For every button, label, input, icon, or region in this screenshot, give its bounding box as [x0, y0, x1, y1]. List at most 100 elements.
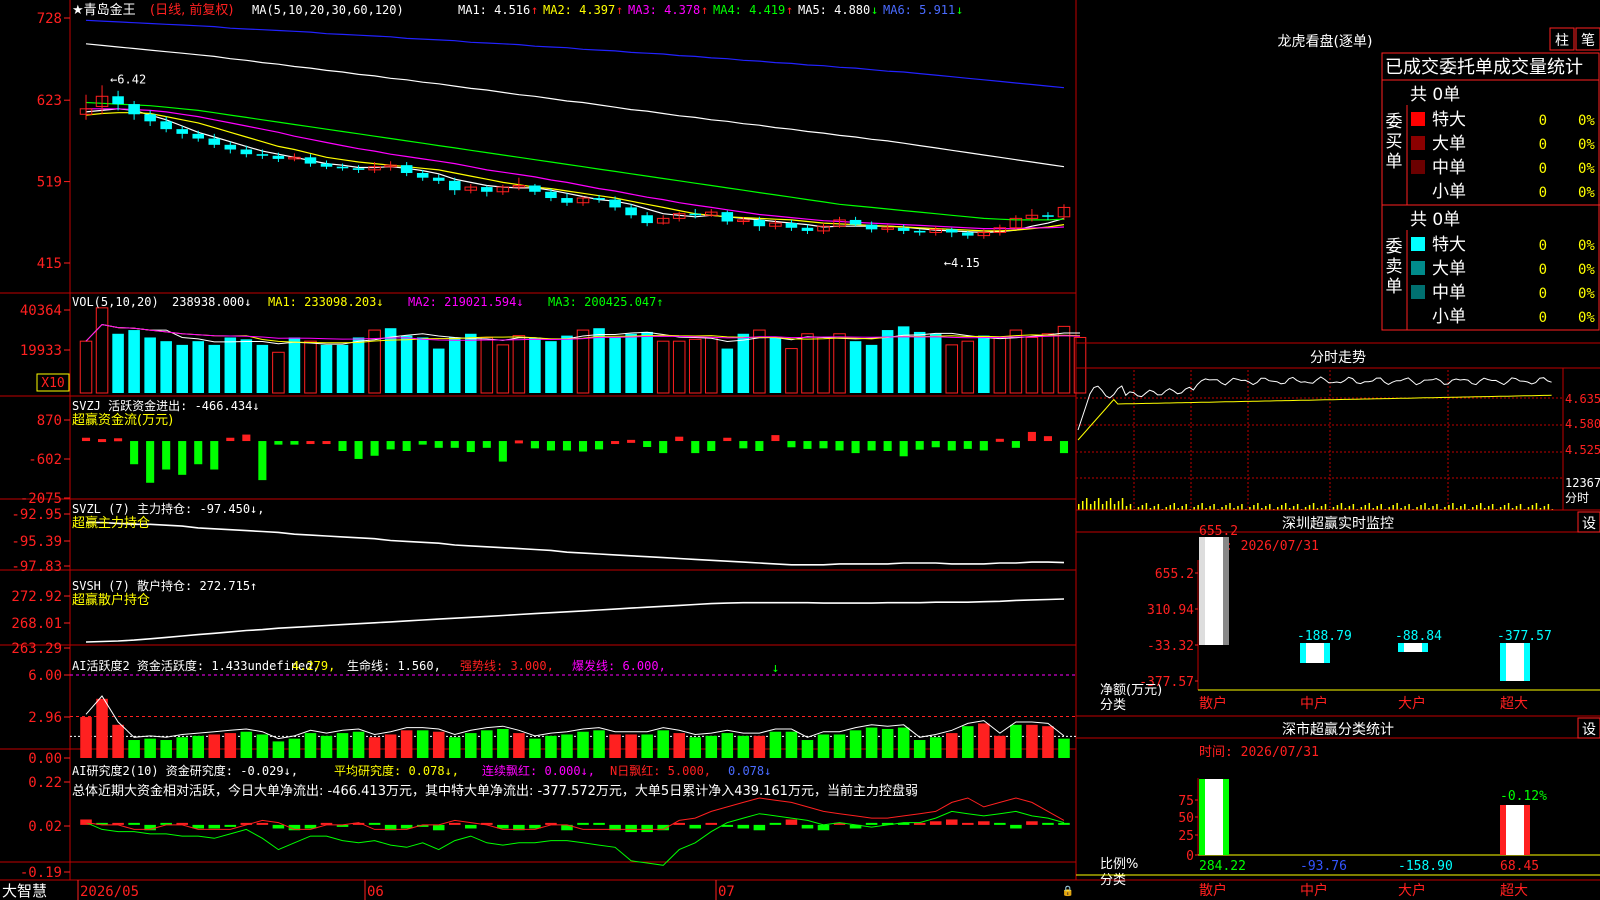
- sell_group-side-label: 卖: [1386, 257, 1403, 277]
- volume-bar-down: [849, 341, 862, 393]
- volume-bar-up: [753, 329, 766, 394]
- svzj-bar: [723, 437, 732, 442]
- brand-logo[interactable]: 大智慧: [2, 882, 47, 900]
- svzj-bar: [130, 441, 139, 465]
- volume-bar-down: [545, 341, 557, 393]
- ai2-bar: [577, 822, 589, 825]
- sell_group-row-pct: 0%: [1578, 238, 1595, 254]
- ai1-activity-line: [85, 695, 1065, 740]
- sell_group-total: 共 0单: [1410, 210, 1460, 230]
- ai2-green-line: [85, 810, 1065, 866]
- intraday-volume-tick: [1503, 505, 1506, 510]
- ai2-avg: 平均研究度: 0.078↓,: [334, 763, 459, 778]
- classify-settings-label[interactable]: 设: [1582, 722, 1596, 738]
- buy_group-row-label: 中单: [1432, 158, 1466, 178]
- svzj-bar: [418, 441, 427, 445]
- vol-unit-label: X10: [41, 376, 64, 391]
- volume-bar-down: [208, 344, 221, 393]
- classify-cat-label: 散户: [1199, 882, 1227, 899]
- ai1-bar: [144, 738, 156, 758]
- monitor-bar-label: -188.79: [1297, 629, 1352, 644]
- svzj-bar: [771, 435, 780, 442]
- intraday-volume-tick: [1225, 505, 1227, 510]
- svzj-bar: [258, 441, 267, 481]
- candle-body-down: [320, 163, 333, 167]
- svzj-bar: [354, 441, 363, 459]
- ai1-bar: [801, 740, 814, 758]
- ai1-value2: 4.279,: [292, 659, 335, 673]
- svzj-bar: [466, 441, 475, 453]
- volume-bar-down: [256, 344, 269, 393]
- ai1-bar: [577, 731, 589, 758]
- buy_group-row-pct: 0%: [1578, 113, 1595, 129]
- ai1-bar: [625, 734, 637, 758]
- ai1-bar: [336, 733, 349, 758]
- sell_group-row-count: 0: [1539, 286, 1547, 302]
- ai1-bar: [192, 735, 205, 758]
- volume-bar-up: [801, 333, 814, 394]
- ai1-bar: [288, 738, 301, 758]
- intraday-volume-tick: [1519, 504, 1522, 510]
- vol-value: 238938.000↓: [172, 295, 251, 309]
- buy_group-row-count: 0: [1539, 185, 1547, 201]
- svzj-bar: [290, 441, 299, 445]
- ai2-axis-label: 0.22: [28, 775, 62, 791]
- intraday-volume-tick: [1479, 503, 1482, 510]
- ai1-bar: [1058, 738, 1070, 758]
- sell_group-row-pct: 0%: [1578, 286, 1595, 302]
- svzj-bar: [835, 441, 844, 451]
- lock-icon[interactable]: 🔒: [1062, 885, 1074, 897]
- monitor-settings-label[interactable]: 设: [1582, 516, 1596, 532]
- chart-canvas[interactable]: 728 623 519 415 ←6.42 ←4.15 ★青岛金王 (日线, 前复权) MA(5…: [0, 0, 1600, 900]
- svzj-bar: [819, 441, 828, 449]
- svzj-bar: [643, 441, 652, 448]
- ai2-bar: [913, 822, 926, 825]
- volume-bar-up: [993, 336, 1007, 394]
- ma-header-item: MA2: 4.397: [543, 3, 615, 17]
- ai2-bar: [769, 822, 782, 825]
- ai1-bar: [80, 717, 92, 758]
- volume-bar-up: [79, 340, 93, 394]
- stock-name[interactable]: ★青岛金王: [72, 2, 136, 18]
- ai1-bar: [208, 734, 221, 758]
- svzj-bar: [242, 434, 251, 442]
- ai1-bar: [448, 737, 461, 758]
- candle-body-down: [529, 185, 541, 192]
- intraday-volume-tick: [1237, 506, 1239, 510]
- column-view-label[interactable]: 柱: [1555, 33, 1569, 49]
- ai1-burst: 爆发线: 6.000,: [572, 658, 666, 673]
- intraday-volume-tick: [1201, 503, 1203, 510]
- svzj-bar: [899, 441, 908, 457]
- candle-body-down: [352, 168, 365, 170]
- intraday-volume-tick: [1424, 503, 1426, 510]
- ai1-bar: [272, 741, 285, 758]
- svzj-bar: [915, 441, 924, 450]
- intraday-volume-tick: [1121, 498, 1124, 510]
- intraday-volume-tick: [1312, 503, 1315, 510]
- intraday-volume-tick: [1078, 504, 1080, 510]
- intraday-volume-tick: [1364, 505, 1367, 510]
- candle-body-down: [208, 138, 221, 145]
- classify-pct-label: -0.12%: [1500, 789, 1547, 804]
- tick-view-label[interactable]: 笔: [1581, 33, 1595, 49]
- svzj-bar: [595, 441, 604, 450]
- candle-body-down: [545, 191, 557, 199]
- price-high-annotation: ←6.42: [110, 72, 146, 86]
- intraday-volume-tick: [1145, 503, 1148, 510]
- intraday-volume-tick: [1376, 506, 1378, 510]
- ai1-bar: [320, 735, 333, 758]
- volume-bar-down: [913, 331, 926, 393]
- volume-bar-up: [833, 333, 846, 394]
- ai1-bar: [545, 735, 557, 758]
- candle-body-down: [865, 224, 878, 230]
- intraday-volume-tick: [1185, 504, 1187, 510]
- monitor-axis-label: 310.94: [1147, 603, 1194, 618]
- svzj-bar: [851, 441, 860, 454]
- volume-bar-down: [352, 337, 365, 393]
- volume-bar-down: [320, 344, 333, 393]
- volume-bar-down: [432, 348, 445, 393]
- intraday-volume-tick: [1141, 505, 1144, 510]
- intraday-volume-tick: [1117, 501, 1120, 510]
- monitor-title: 深圳超赢实时监控: [1282, 515, 1394, 532]
- ai1-bar: [785, 731, 798, 758]
